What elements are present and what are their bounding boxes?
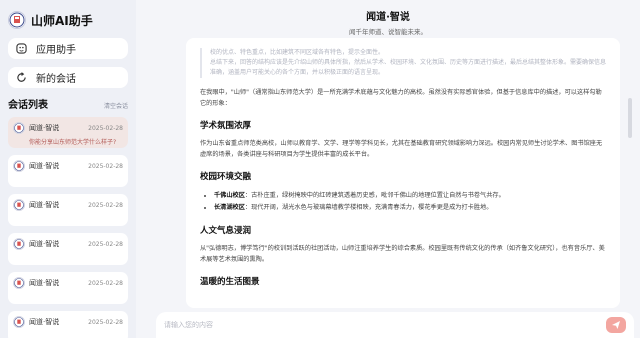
- main-panel: 闻道·智说 闻千年师道、说智能未来。 校的优点、特色重点，比如建筑不同区域各有特…: [136, 0, 640, 338]
- assistant-avatar-icon: [13, 160, 25, 172]
- conversation-list-header: 会话列表 清空会话: [8, 96, 128, 111]
- assistant-avatar-icon: [13, 277, 25, 289]
- scrollbar-thumb[interactable]: [628, 98, 632, 138]
- app-assistant-button[interactable]: 应用助手: [8, 38, 128, 59]
- sidebar: 山师AI助手 应用助手 新的会话 会话列表 清空会话 闻道·智说 2025-02…: [0, 0, 136, 338]
- list-item-title: 千佛山校区: [214, 192, 245, 199]
- chat-title: 闻道·智说: [366, 12, 410, 23]
- conversation-name: 闻道·智说: [29, 318, 60, 326]
- conversation-date: 2025-02-28: [88, 162, 123, 170]
- conversation-item[interactable]: 闻道·智说 2025-02-28 你能分享山东师范大学什么样子?: [8, 117, 128, 148]
- message-input[interactable]: [164, 321, 606, 329]
- conversation-item[interactable]: 闻道·智说 2025-02-28: [8, 194, 128, 226]
- chat-header: 闻道·智说 闻千年师道、说智能未来。: [136, 0, 640, 38]
- list-item-text: ：古朴庄重，绿树掩映中的红砖建筑透着历史感，毗邻千佛山的地理位置让自然与书卷气共…: [244, 192, 505, 199]
- scrollbar[interactable]: [628, 38, 632, 308]
- chat-refresh-icon: [15, 72, 27, 84]
- conversation-item[interactable]: 闻道·智说 2025-02-28: [8, 311, 128, 338]
- brand: 山师AI助手: [8, 8, 128, 32]
- section-text: 从"弘德明志，博学笃行"的校训到活跃的社团活动，山师注重培养学生的综合素质。校园…: [200, 245, 605, 263]
- new-chat-label: 新的会话: [36, 74, 76, 85]
- chat-subtitle: 闻千年师道、说智能未来。: [349, 28, 427, 36]
- reasoning-text: 校的优点、特色重点，比如建筑不同区域各有特色，提示全面性。: [210, 49, 385, 56]
- conversation-date: 2025-02-28: [88, 124, 123, 132]
- reasoning-block: 校的优点、特色重点，比如建筑不同区域各有特色，提示全面性。 总结下来，回答的结构…: [200, 48, 606, 78]
- conversation-name: 闻道·智说: [29, 201, 60, 209]
- grid-icon: [15, 43, 27, 55]
- section-heading: 校园环境交融: [200, 172, 252, 182]
- app-assistant-label: 应用助手: [36, 45, 76, 56]
- list-item-text: ：现代开阔，湖光水色与玻璃幕墙教学楼相映，充满青春活力，樱花季更是成为打卡胜地。: [244, 204, 493, 211]
- conversation-list: 闻道·智说 2025-02-28 你能分享山东师范大学什么样子? 闻道·智说 2…: [8, 117, 128, 338]
- send-button[interactable]: [606, 317, 626, 333]
- conversation-name: 闻道·智说: [29, 124, 60, 132]
- conversation-date: 2025-02-28: [88, 318, 123, 326]
- conversation-name: 闻道·智说: [29, 279, 60, 287]
- university-logo-icon: [8, 11, 26, 29]
- list-item: 长清湖校区：现代开阔，湖光水色与玻璃幕墙教学楼相映，充满青春活力，樱花季更是成为…: [214, 202, 606, 214]
- conversation-date: 2025-02-28: [88, 201, 123, 209]
- conversation-date: 2025-02-28: [88, 240, 123, 248]
- message-intro: 在我眼中，"山师"（通常指山东师范大学）是一所充满学术底蕴与文化魅力的高校。虽然…: [200, 89, 602, 107]
- conversation-item[interactable]: 闻道·智说 2025-02-28: [8, 233, 128, 265]
- conversation-date: 2025-02-28: [88, 279, 123, 287]
- assistant-message: 校的优点、特色重点，比如建筑不同区域各有特色，提示全面性。 总结下来，回答的结构…: [186, 38, 620, 308]
- conversation-name: 闻道·智说: [29, 162, 60, 170]
- clear-conversations-button[interactable]: 清空会话: [104, 101, 128, 110]
- assistant-avatar-icon: [13, 199, 25, 211]
- section-heading: 温暖的生活图景: [200, 277, 260, 287]
- conversation-item[interactable]: 闻道·智说 2025-02-28: [8, 155, 128, 187]
- conversation-item[interactable]: 闻道·智说 2025-02-28: [8, 272, 128, 304]
- message-input-bar: [156, 312, 634, 338]
- assistant-avatar-icon: [13, 316, 25, 328]
- reasoning-text: 总结下来，回答的结构应该是先介绍山师的具体所指，然后从学术、校园环境、文化氛围、…: [210, 59, 607, 76]
- conversation-name: 闻道·智说: [29, 240, 60, 248]
- assistant-avatar-icon: [13, 122, 25, 134]
- assistant-avatar-icon: [13, 238, 25, 250]
- list-item: 千佛山校区：古朴庄重，绿树掩映中的红砖建筑透着历史感，毗邻千佛山的地理位置让自然…: [214, 190, 606, 202]
- conversation-list-title: 会话列表: [8, 100, 48, 111]
- conversation-preview: 你能分享山东师范大学什么样子?: [29, 139, 117, 146]
- send-icon: [612, 321, 620, 329]
- section-text: 作为山东省重点师范类高校，山师以教育学、文学、理学等学科见长，尤其在基础教育研究…: [200, 140, 603, 158]
- new-chat-button[interactable]: 新的会话: [8, 67, 128, 88]
- list-item-title: 长清湖校区: [214, 204, 245, 211]
- section-heading: 学术氛围浓厚: [200, 121, 252, 131]
- section-heading: 人文气息浸润: [200, 226, 252, 236]
- section-list: 千佛山校区：古朴庄重，绿树掩映中的红砖建筑透着历史感，毗邻千佛山的地理位置让自然…: [200, 190, 606, 214]
- app-name: 山师AI助手: [31, 13, 93, 28]
